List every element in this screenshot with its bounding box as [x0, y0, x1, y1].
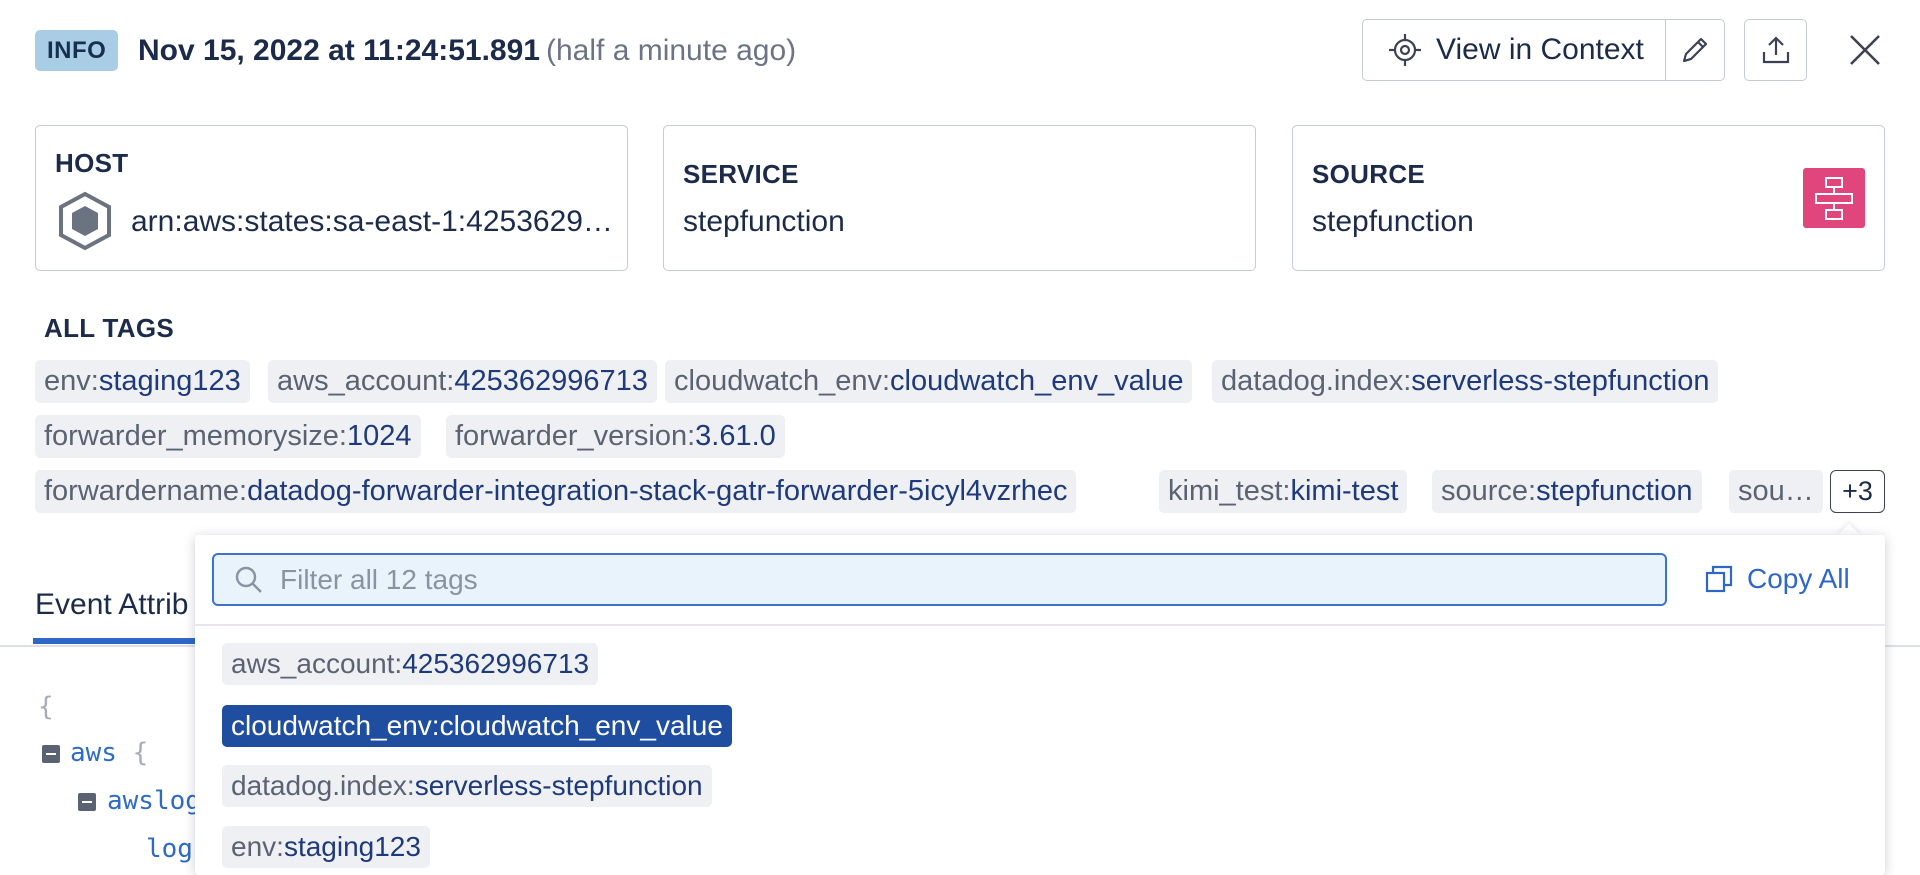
host-card[interactable]: HOST arn:aws:states:sa-east-1:4253629… — [35, 125, 628, 271]
json-row: aws { — [70, 738, 149, 768]
search-icon — [235, 566, 262, 593]
copy-all-button[interactable]: Copy All — [1705, 563, 1850, 595]
source-value: stepfunction — [1312, 205, 1474, 238]
host-label: HOST — [55, 148, 129, 178]
service-value: stepfunction — [683, 205, 845, 238]
hexagon-icon — [59, 191, 111, 251]
pencil-icon — [1682, 37, 1708, 63]
share-button[interactable] — [1744, 19, 1807, 81]
tag-chip[interactable]: datadog.index:serverless-stepfunction — [1212, 360, 1719, 403]
copy-icon — [1705, 565, 1733, 593]
all-tags-title: ALL TAGS — [44, 313, 174, 343]
service-label: SERVICE — [683, 159, 799, 189]
active-tab-indicator — [33, 638, 198, 644]
tag-chip[interactable]: forwardername:datadog-forwarder-integrat… — [35, 470, 1077, 513]
json-row: awslog — [107, 786, 201, 816]
crosshair-icon — [1389, 34, 1421, 66]
tag-chip[interactable]: cloudwatch_env:cloudwatch_env_value — [665, 360, 1193, 403]
header-action-group: View in Context — [1362, 19, 1725, 81]
tag-chip[interactable]: sou… — [1729, 470, 1823, 513]
popover-divider — [195, 624, 1885, 626]
more-tags-button[interactable]: +3 — [1830, 470, 1885, 513]
tag-chip[interactable]: forwarder_memorysize:1024 — [35, 415, 421, 458]
tag-chip[interactable]: forwarder_version:3.61.0 — [446, 415, 785, 458]
edit-button[interactable] — [1666, 20, 1724, 80]
popover-tag-item[interactable]: aws_account:425362996713 — [222, 643, 599, 685]
popover-tag-item[interactable]: env:staging123 — [222, 826, 430, 868]
json-row: log — [146, 834, 193, 864]
collapse-toggle-icon[interactable] — [78, 793, 96, 811]
popover-tag-item[interactable]: datadog.index:serverless-stepfunction — [222, 765, 712, 807]
relative-time: (half a minute ago) — [546, 34, 797, 67]
filter-tags-field[interactable] — [212, 553, 1667, 606]
step-functions-icon — [1803, 168, 1865, 228]
tag-chip[interactable]: aws_account:425362996713 — [268, 360, 657, 403]
json-open-brace: { — [38, 692, 54, 722]
tag-chip[interactable]: kimi_test:kimi-test — [1159, 470, 1408, 513]
tag-chip[interactable]: env:staging123 — [35, 360, 250, 403]
close-icon — [1850, 35, 1880, 65]
tab-event-attributes[interactable]: Event Attrib — [35, 588, 188, 622]
upload-icon — [1762, 36, 1789, 64]
view-in-context-label: View in Context — [1436, 33, 1644, 66]
close-button[interactable] — [1840, 25, 1890, 75]
source-card[interactable]: SOURCE stepfunction — [1292, 125, 1885, 271]
tag-chip[interactable]: source:stepfunction — [1432, 470, 1702, 513]
source-label: SOURCE — [1312, 159, 1426, 189]
log-timestamp: Nov 15, 2022 at 11:24:51.891 — [138, 34, 540, 67]
copy-all-label: Copy All — [1747, 563, 1850, 594]
host-value: arn:aws:states:sa-east-1:4253629… — [131, 205, 613, 238]
filter-tags-input[interactable] — [278, 562, 1665, 597]
collapse-toggle-icon[interactable] — [42, 745, 60, 763]
log-level-badge: INFO — [35, 30, 119, 71]
view-in-context-button[interactable]: View in Context — [1363, 20, 1666, 80]
popover-tag-item-selected[interactable]: cloudwatch_env:cloudwatch_env_value — [222, 705, 732, 747]
service-card[interactable]: SERVICE stepfunction — [663, 125, 1256, 271]
